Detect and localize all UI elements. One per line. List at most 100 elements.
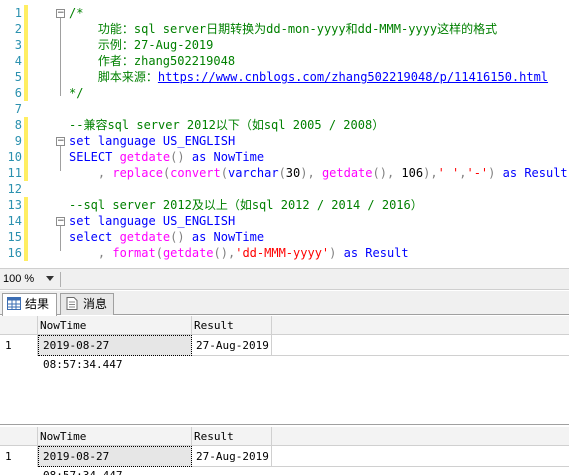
code-token: (), bbox=[213, 246, 236, 260]
change-marker bbox=[24, 53, 28, 69]
row-number[interactable]: 1 bbox=[0, 335, 38, 356]
result-grid-1[interactable]: NowTime Result 1 2019-08-27 08:57:34.447… bbox=[0, 316, 569, 420]
code-text: --兼容sql server 2012以下（如sql 2005 / 2008） bbox=[69, 117, 384, 133]
cell-nowtime[interactable]: 2019-08-27 08:57:34.447 bbox=[38, 446, 192, 475]
code-line[interactable]: 12 bbox=[0, 181, 569, 197]
row-number[interactable]: 1 bbox=[0, 446, 38, 467]
code-line[interactable]: 4 作者：zhang502219048 bbox=[0, 53, 569, 69]
line-number: 16 bbox=[7, 246, 22, 260]
zoom-dropdown-icon[interactable] bbox=[46, 276, 54, 281]
code-line[interactable]: 1 −/* bbox=[0, 5, 569, 21]
minus-box-icon[interactable]: − bbox=[56, 217, 65, 226]
grid-divider[interactable] bbox=[0, 424, 569, 425]
line-number: 5 bbox=[14, 70, 22, 84]
code-text: select getdate() as NowTime bbox=[69, 229, 264, 245]
code-line[interactable]: 8 --兼容sql server 2012以下（如sql 2005 / 2008） bbox=[0, 117, 569, 133]
code-line[interactable]: 2 功能：sql server日期转换为dd-mon-yyyy和dd-MMM-y… bbox=[0, 21, 569, 37]
change-marker bbox=[24, 213, 28, 229]
code-token: set language bbox=[69, 134, 163, 148]
row-header-corner bbox=[0, 316, 38, 335]
row-header-corner bbox=[0, 427, 38, 446]
code-token: ( bbox=[220, 166, 228, 180]
code-text: SELECT getdate() as NowTime bbox=[69, 149, 264, 165]
code-line[interactable]: 15 select getdate() as NowTime bbox=[0, 229, 569, 245]
code-text: set language US_ENGLISH bbox=[69, 213, 235, 229]
column-header-result[interactable]: Result bbox=[192, 316, 272, 335]
code-token: as bbox=[191, 230, 214, 244]
change-marker bbox=[24, 229, 28, 245]
change-marker bbox=[24, 165, 28, 181]
code-token: SELECT bbox=[69, 150, 120, 164]
tab-messages-label: 消息 bbox=[83, 297, 108, 311]
cell-result[interactable]: 27-Aug-2019 bbox=[192, 446, 272, 467]
code-line[interactable]: 16 , format(getdate(),'dd-MMM-yyyy') as … bbox=[0, 245, 569, 261]
code-token: varchar bbox=[227, 166, 279, 180]
change-marker bbox=[24, 21, 28, 37]
change-marker bbox=[24, 197, 28, 213]
code-token: (), bbox=[372, 166, 402, 180]
code-text: 作者：zhang502219048 bbox=[69, 53, 235, 69]
code-text: , replace(convert(varchar(30), getdate()… bbox=[69, 165, 568, 181]
code-token: */ bbox=[69, 86, 84, 100]
editor-status-bar: 100 % bbox=[0, 268, 569, 290]
column-header-nowtime[interactable]: NowTime bbox=[38, 427, 192, 446]
zoom-level[interactable]: 100 % bbox=[3, 273, 34, 285]
line-number: 15 bbox=[7, 230, 22, 244]
code-line[interactable]: 10 SELECT getdate() as NowTime bbox=[0, 149, 569, 165]
tab-messages[interactable]: 消息 bbox=[60, 293, 114, 315]
change-marker bbox=[24, 149, 28, 165]
column-header-result[interactable]: Result bbox=[192, 427, 272, 446]
code-token: select bbox=[69, 230, 120, 244]
cell-nowtime[interactable]: 2019-08-27 08:57:34.447 bbox=[38, 335, 192, 371]
code-token: 示例：27-Aug-2019 bbox=[69, 38, 214, 52]
minus-box-icon[interactable]: − bbox=[56, 9, 65, 18]
code-token: 脚本来源： bbox=[69, 70, 158, 84]
change-marker bbox=[24, 69, 28, 85]
cell-result[interactable]: 27-Aug-2019 bbox=[192, 335, 272, 356]
code-line[interactable]: 9 − set language US_ENGLISH bbox=[0, 133, 569, 149]
tab-results[interactable]: 结果 bbox=[2, 293, 57, 316]
code-line[interactable]: 5 脚本来源：https://www.cnblogs.com/zhang5022… bbox=[0, 69, 569, 85]
code-token: getdate bbox=[321, 166, 373, 180]
code-token: US_ENGLISH bbox=[162, 134, 236, 148]
code-token: as bbox=[502, 166, 525, 180]
code-token: 功能：sql server日期转换为dd-mon-yyyy和dd-MMM-yyy… bbox=[69, 22, 498, 36]
query-editor[interactable]: 1−/* 2 功能：sql server日期转换为dd-mon-yyyy和dd-M… bbox=[0, 0, 569, 268]
change-marker bbox=[24, 245, 28, 261]
code-line[interactable]: 14 − set language US_ENGLISH bbox=[0, 213, 569, 229]
code-token: set language bbox=[69, 214, 163, 228]
line-number: 4 bbox=[14, 54, 22, 68]
code-token: format bbox=[112, 246, 156, 260]
code-line[interactable]: 11 , replace(convert(varchar(30), getdat… bbox=[0, 165, 569, 181]
code-text: --sql server 2012及以上（如sql 2012 / 2014 / … bbox=[69, 197, 423, 213]
code-token: 'dd-MMM-yyyy' bbox=[235, 246, 330, 260]
code-token: ), bbox=[300, 166, 322, 180]
code-token: Result bbox=[365, 246, 409, 260]
code-token: getdate bbox=[162, 246, 214, 260]
code-line[interactable]: 3 示例：27-Aug-2019 bbox=[0, 37, 569, 53]
code-token: ( bbox=[155, 246, 163, 260]
code-token: getdate bbox=[119, 150, 171, 164]
document-icon bbox=[66, 297, 78, 310]
column-header-nowtime[interactable]: NowTime bbox=[38, 316, 192, 335]
change-marker bbox=[24, 101, 28, 117]
code-text: 脚本来源：https://www.cnblogs.com/zhang502219… bbox=[69, 69, 548, 85]
code-line[interactable]: 6 */ bbox=[0, 85, 569, 101]
line-number: 11 bbox=[7, 166, 22, 180]
line-number: 10 bbox=[7, 150, 22, 164]
grid-header: NowTime Result bbox=[0, 316, 569, 335]
code-token: Result bbox=[524, 166, 568, 180]
line-number: 12 bbox=[7, 182, 22, 196]
code-token: replace bbox=[112, 166, 163, 180]
code-line[interactable]: 13 --sql server 2012及以上（如sql 2012 / 2014 … bbox=[0, 197, 569, 213]
code-text: /* bbox=[69, 5, 83, 21]
tab-results-label: 结果 bbox=[25, 297, 50, 311]
result-grid-2[interactable]: NowTime Result 1 2019-08-27 08:57:34.447… bbox=[0, 427, 569, 475]
code-line[interactable]: 7 bbox=[0, 101, 569, 117]
code-text: */ bbox=[69, 85, 83, 101]
source-link[interactable]: https://www.cnblogs.com/zhang502219048/p… bbox=[158, 70, 548, 84]
minus-box-icon[interactable]: − bbox=[56, 137, 65, 146]
change-marker bbox=[24, 181, 28, 197]
change-marker bbox=[24, 37, 28, 53]
